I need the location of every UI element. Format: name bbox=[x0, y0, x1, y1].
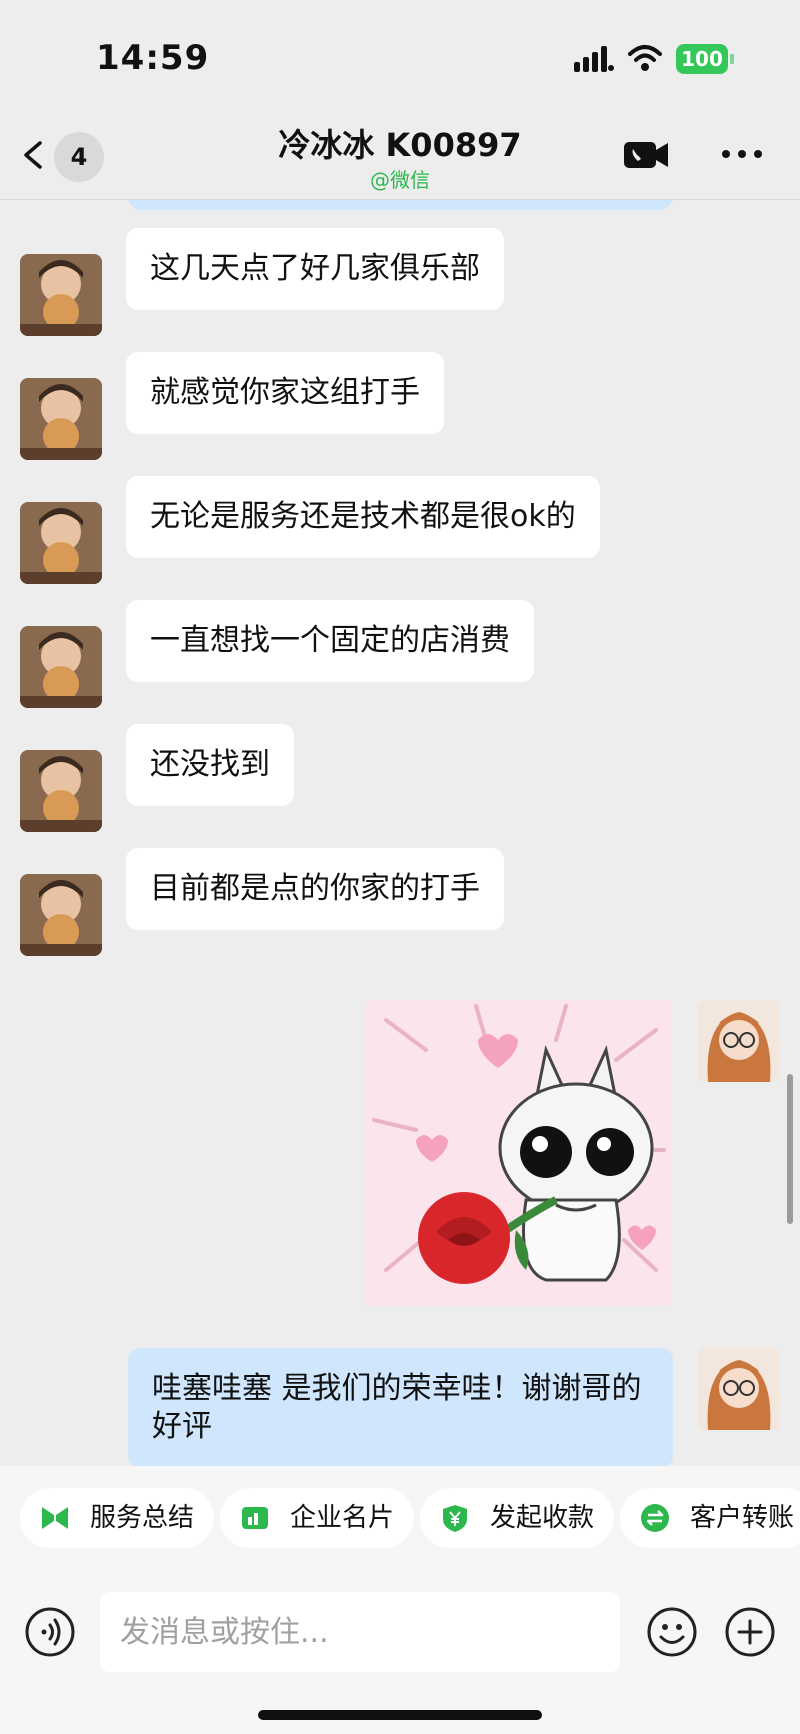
bow-icon bbox=[42, 1507, 68, 1529]
status-bar: 14:59 100 bbox=[0, 0, 800, 110]
incoming-message[interactable]: 目前都是点的你家的打手 bbox=[126, 848, 504, 930]
plus-icon[interactable] bbox=[724, 1606, 776, 1658]
input-bar bbox=[0, 1570, 800, 1734]
signal-icon bbox=[574, 46, 614, 72]
business-card-chip[interactable]: 企业名片 bbox=[220, 1488, 415, 1548]
incoming-message[interactable]: 一直想找一个固定的店消费 bbox=[126, 600, 534, 682]
scrollbar[interactable] bbox=[787, 1074, 793, 1224]
contact-avatar[interactable] bbox=[20, 626, 102, 708]
yen-shield-icon bbox=[443, 1505, 467, 1532]
chip-label: 发起收款 bbox=[490, 1503, 595, 1533]
chat-header: 4 冷冰冰 K00897 @微信 bbox=[0, 110, 800, 200]
voice-input-icon[interactable] bbox=[24, 1606, 76, 1658]
message-input[interactable] bbox=[100, 1592, 620, 1672]
outgoing-message[interactable]: 哇塞哇塞 是我们的荣幸哇！谢谢哥的好评 bbox=[128, 1348, 673, 1466]
battery-tip bbox=[730, 54, 734, 64]
contact-avatar[interactable] bbox=[20, 502, 102, 584]
my-avatar[interactable] bbox=[698, 1000, 780, 1082]
chip-label: 企业名片 bbox=[290, 1503, 395, 1533]
contact-avatar[interactable] bbox=[20, 750, 102, 832]
contact-avatar[interactable] bbox=[20, 254, 102, 336]
video-call-icon[interactable] bbox=[622, 134, 672, 174]
chat-subtitle: @微信 bbox=[370, 168, 430, 192]
service-summary-chip[interactable]: 服务总结 bbox=[20, 1488, 215, 1548]
chip-label: 客户转账 bbox=[690, 1503, 795, 1533]
wifi-icon bbox=[628, 45, 662, 71]
previous-message-bubble bbox=[128, 200, 673, 210]
customer-transfer-chip[interactable]: 客户转账 bbox=[620, 1488, 800, 1548]
quick-actions-bar: 服务总结 企业名片 发起收款 客户转账 bbox=[0, 1466, 800, 1570]
status-time: 14:59 bbox=[96, 38, 210, 78]
message-list[interactable]: 这几天点了好几家俱乐部 就感觉你家这组打手 无论是服务还是技术都是很ok的 一直… bbox=[0, 200, 800, 1466]
my-avatar[interactable] bbox=[698, 1348, 780, 1430]
request-payment-chip[interactable]: 发起收款 bbox=[420, 1488, 615, 1548]
chat-title: 冷冰冰 K00897 bbox=[278, 126, 522, 164]
incoming-message[interactable]: 这几天点了好几家俱乐部 bbox=[126, 228, 504, 310]
incoming-message[interactable]: 还没找到 bbox=[126, 724, 294, 806]
emoji-icon[interactable] bbox=[646, 1606, 698, 1658]
battery-level: 100 bbox=[676, 44, 728, 74]
cat-with-rose-sticker[interactable] bbox=[366, 1000, 672, 1306]
transfer-icon bbox=[641, 1504, 669, 1532]
contact-avatar[interactable] bbox=[20, 874, 102, 956]
home-indicator bbox=[258, 1710, 542, 1720]
incoming-message[interactable]: 无论是服务还是技术都是很ok的 bbox=[126, 476, 600, 558]
card-icon bbox=[242, 1507, 268, 1529]
contact-avatar[interactable] bbox=[20, 378, 102, 460]
chip-label: 服务总结 bbox=[90, 1503, 195, 1533]
more-icon[interactable] bbox=[718, 136, 766, 172]
incoming-message[interactable]: 就感觉你家这组打手 bbox=[126, 352, 444, 434]
battery-indicator: 100 bbox=[676, 44, 734, 74]
